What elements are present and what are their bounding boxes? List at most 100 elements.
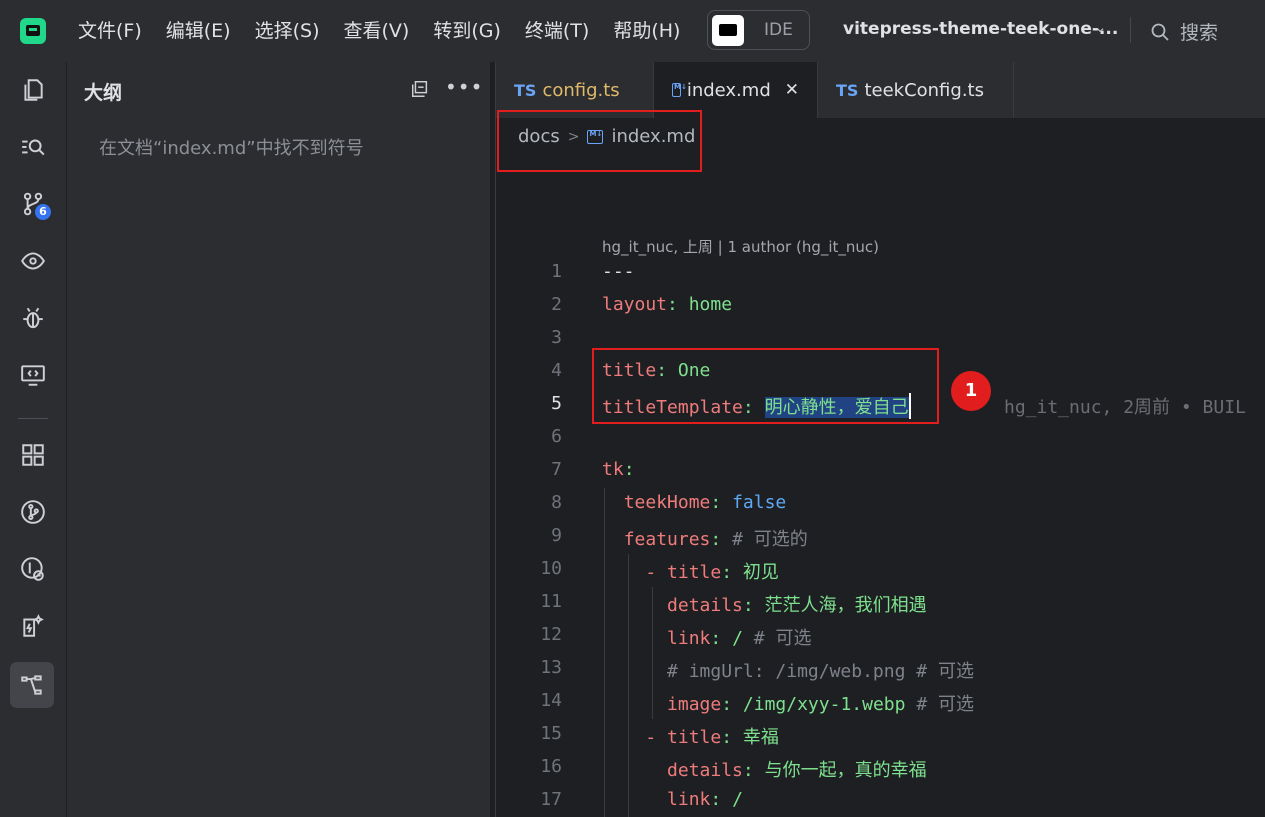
annotation-marker: 1 xyxy=(951,371,991,411)
menu-item-view[interactable]: 查看(V) xyxy=(332,16,422,46)
chevron-down-icon[interactable]: ⌄ xyxy=(1094,18,1107,36)
code-line[interactable]: 7 tk: xyxy=(0,454,1265,487)
tab-teekconfig-ts[interactable]: TS teekConfig.ts xyxy=(818,62,1014,118)
line-number: 13 xyxy=(540,657,562,678)
outline-empty-message: 在文档“index.md”中找不到符号 xyxy=(99,138,364,159)
line-number: 4 xyxy=(551,360,562,381)
code-comment: # imgUrl: /img/web.png # 可选 xyxy=(667,661,974,682)
line-number: 10 xyxy=(540,558,562,579)
yaml-key: image xyxy=(667,694,722,715)
code-line[interactable]: 17 link: / xyxy=(0,784,1265,817)
yaml-value: / xyxy=(732,628,743,649)
search-box[interactable]: 搜索 xyxy=(1150,18,1218,45)
line-number: 8 xyxy=(551,492,562,513)
typescript-icon: TS xyxy=(514,80,537,100)
code-text: features: # 可选的 xyxy=(602,525,808,551)
yaml-colon: : xyxy=(667,294,678,315)
menu-item-file[interactable]: 文件(F) xyxy=(66,16,154,46)
code-highlight-box xyxy=(592,348,939,424)
code-text: image: /img/xyy-1.webp # 可选 xyxy=(602,690,974,716)
code-text: link: / # 可选 xyxy=(602,624,811,650)
yaml-key: features xyxy=(623,529,711,550)
menu-item-terminal[interactable]: 终端(T) xyxy=(513,16,601,46)
yaml-colon: : xyxy=(710,529,722,550)
menu-item-help[interactable]: 帮助(H) xyxy=(601,16,692,46)
yaml-colon: : xyxy=(721,727,733,748)
code-line[interactable]: 13 # imgUrl: /img/web.png # 可选 xyxy=(0,652,1265,685)
explorer-icon[interactable] xyxy=(13,70,53,110)
close-icon[interactable]: ✕ xyxy=(785,80,799,100)
line-number: 7 xyxy=(551,459,562,480)
code-line[interactable]: 11 details: 茫茫人海，我们相遇 xyxy=(0,586,1265,619)
code-line[interactable]: 14 image: /img/xyy-1.webp # 可选 xyxy=(0,685,1265,718)
code-text: # imgUrl: /img/web.png # 可选 xyxy=(602,657,974,683)
code-line[interactable]: 10 - title: 初见 xyxy=(0,553,1265,586)
source-control-icon[interactable]: 6 xyxy=(13,184,53,224)
code-text: link: / xyxy=(602,789,743,810)
tab-label: config.ts xyxy=(542,79,620,101)
code-text: tk: xyxy=(602,459,635,480)
code-indent: - xyxy=(602,562,668,583)
collapse-all-icon[interactable] xyxy=(410,79,432,101)
menu-item-go[interactable]: 转到(G) xyxy=(421,16,513,46)
ide-label: IDE xyxy=(764,20,793,40)
tab-label: teekConfig.ts xyxy=(864,79,984,101)
yaml-key: teekHome xyxy=(623,492,711,513)
menu-bar: 文件(F) 编辑(E) 选择(S) 查看(V) 转到(G) 终端(T) 帮助(H… xyxy=(66,16,692,46)
code-line[interactable]: 12 link: / # 可选 xyxy=(0,619,1265,652)
tab-label: index.md xyxy=(686,79,771,101)
app-logo-icon xyxy=(20,18,46,44)
yaml-value: / xyxy=(732,789,743,810)
line-number: 5 xyxy=(551,393,562,414)
code-text: details: 茫茫人海，我们相遇 xyxy=(602,591,927,617)
code-line[interactable]: 8 teekHome: false xyxy=(0,487,1265,520)
line-number: 1 xyxy=(551,261,562,282)
code-line[interactable]: 1 --- xyxy=(0,256,1265,289)
yaml-colon: : xyxy=(710,628,722,649)
ide-icon xyxy=(712,15,744,46)
yaml-key: title xyxy=(667,562,722,583)
code-line[interactable]: 6 xyxy=(0,421,1265,454)
line-number: 12 xyxy=(540,624,562,645)
outline-title: 大纲 xyxy=(84,82,123,104)
markdown-icon xyxy=(672,83,687,97)
search-icon[interactable] xyxy=(13,127,53,167)
line-number: 15 xyxy=(540,723,562,744)
line-number: 14 xyxy=(540,690,562,711)
project-name[interactable]: vitepress-theme-teek-one-... xyxy=(843,19,1118,39)
typescript-icon: TS xyxy=(836,80,859,100)
yaml-colon: : xyxy=(742,595,754,616)
code-line[interactable]: 16 details: 与你一起，真的幸福 xyxy=(0,751,1265,784)
yaml-key: title xyxy=(667,727,722,748)
code-line[interactable]: 2 layout: home xyxy=(0,289,1265,322)
yaml-key: details xyxy=(667,595,743,616)
more-actions-icon[interactable]: ••• xyxy=(445,77,482,101)
ide-mode-toggle[interactable]: IDE xyxy=(707,10,810,50)
code-line[interactable]: 9 features: # 可选的 xyxy=(0,520,1265,553)
yaml-value: home xyxy=(688,294,733,315)
yaml-value: /img/xyy-1.webp xyxy=(742,694,906,715)
breadcrumb-highlight-box xyxy=(497,110,702,172)
menu-item-selection[interactable]: 选择(S) xyxy=(243,16,332,46)
source-control-badge: 6 xyxy=(35,204,51,220)
yaml-colon: : xyxy=(623,459,635,480)
menu-item-edit[interactable]: 编辑(E) xyxy=(154,16,243,46)
line-number: 9 xyxy=(551,525,562,546)
inline-blame: hg_it_nuc, 2周前 • BUIL xyxy=(1004,397,1246,418)
code-line[interactable]: 15 - title: 幸福 xyxy=(0,718,1265,751)
yaml-key: layout xyxy=(602,294,668,315)
line-number: 17 xyxy=(540,789,562,810)
yaml-colon: : xyxy=(710,789,722,810)
code-text: teekHome: false xyxy=(602,492,787,513)
code-text: details: 与你一起，真的幸福 xyxy=(602,756,927,782)
code-comment: # 可选的 xyxy=(732,529,808,550)
code-indent: - xyxy=(602,727,668,748)
yaml-key: link xyxy=(667,789,711,810)
blame-header[interactable]: hg_it_nuc, 上周 | 1 author (hg_it_nuc) xyxy=(602,236,879,257)
